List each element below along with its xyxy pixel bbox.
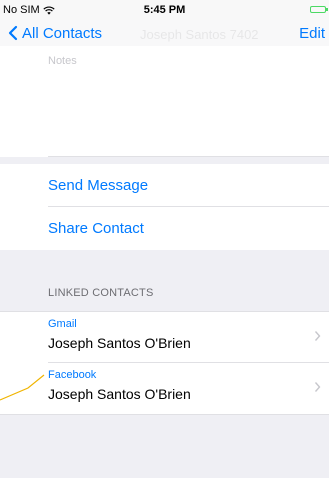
back-button[interactable]: All Contacts (6, 20, 102, 46)
battery-icon (310, 6, 328, 13)
linked-contact-facebook[interactable]: Facebook Joseph Santos O'Brien (0, 363, 329, 414)
chevron-right-icon (314, 331, 321, 341)
status-bar: No SIM 5:45 PM (0, 0, 329, 20)
chevron-left-icon (8, 25, 18, 41)
navigation-bar: Joseph Santos 7402 All Contacts Edit (0, 20, 329, 46)
battery-tip (326, 8, 328, 11)
share-contact-button[interactable]: Share Contact (48, 220, 144, 237)
status-time: 5:45 PM (143, 4, 186, 16)
linked-service-label: Facebook (48, 369, 97, 381)
notes-cell[interactable]: Notes (0, 46, 329, 157)
back-button-label: All Contacts (22, 24, 103, 42)
edit-button[interactable]: Edit (299, 20, 325, 46)
linked-contacts-list: Gmail Joseph Santos O'Brien Facebook Jos… (0, 311, 329, 415)
nav-ghost-title: Joseph Santos 7402 (140, 27, 259, 42)
notes-label: Notes (48, 55, 77, 67)
linked-contact-name: Joseph Santos O'Brien (48, 386, 191, 402)
chevron-right-icon (314, 382, 321, 392)
linked-contact-gmail[interactable]: Gmail Joseph Santos O'Brien (0, 312, 329, 363)
share-contact-cell[interactable]: Share Contact (0, 207, 329, 250)
notes-separator (48, 156, 329, 157)
send-message-button[interactable]: Send Message (48, 177, 148, 194)
linked-service-label: Gmail (48, 318, 77, 330)
linked-contact-name: Joseph Santos O'Brien (48, 335, 191, 351)
contact-detail-screen: No SIM 5:45 PM Joseph Santos 7402 All Co… (0, 0, 329, 478)
actions-group: Send Message Share Contact (0, 164, 329, 250)
send-message-cell[interactable]: Send Message (0, 164, 329, 207)
linked-contacts-header: LINKED CONTACTS (48, 287, 154, 299)
